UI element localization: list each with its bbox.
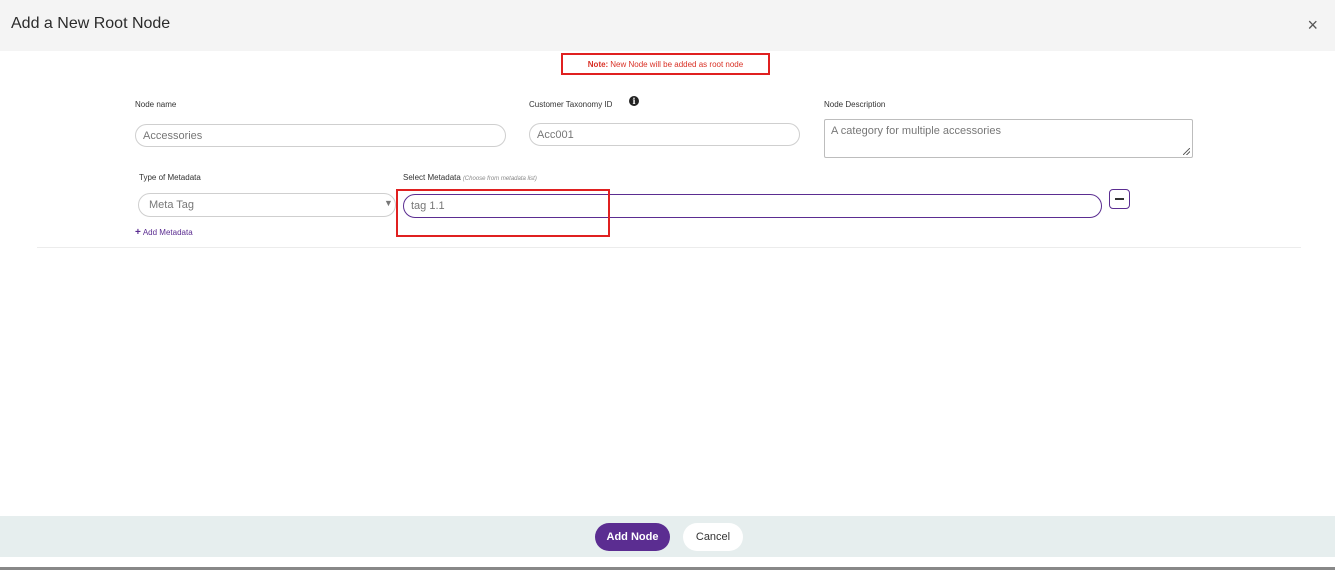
divider xyxy=(37,247,1301,248)
node-name-label: Node name xyxy=(135,100,177,109)
dialog-header: Add a New Root Node × xyxy=(0,0,1335,51)
node-description-textarea[interactable]: A category for multiple accessories xyxy=(824,119,1193,158)
add-metadata-link[interactable]: + Add Metadata xyxy=(135,227,193,238)
info-icon[interactable]: i xyxy=(629,96,639,106)
note-text: New Node will be added as root node xyxy=(610,59,744,69)
note-prefix: Note: xyxy=(587,59,609,69)
select-metadata-label: Select Metadata (Choose from metadata lis… xyxy=(403,173,537,182)
select-metadata-label-text: Select Metadata xyxy=(403,173,461,182)
node-description-value: A category for multiple accessories xyxy=(831,125,1001,137)
select-metadata-hint: (Choose from metadata list) xyxy=(462,176,537,182)
node-description-label: Node Description xyxy=(824,100,886,109)
chevron-down-icon[interactable]: ▼ xyxy=(384,198,393,208)
close-icon[interactable]: × xyxy=(1307,15,1318,35)
type-of-metadata-label: Type of Metadata xyxy=(139,173,201,182)
cancel-button[interactable]: Cancel xyxy=(683,523,743,551)
add-metadata-label: Add Metadata xyxy=(142,228,193,237)
node-name-input[interactable]: Accessories xyxy=(135,124,506,147)
highlight-box xyxy=(396,189,610,237)
add-node-button[interactable]: Add Node xyxy=(595,523,670,551)
plus-icon: + xyxy=(135,227,141,238)
remove-metadata-button[interactable] xyxy=(1109,189,1130,209)
resize-handle-icon[interactable] xyxy=(1183,148,1190,155)
customer-taxonomy-id-label: Customer Taxonomy ID xyxy=(529,100,613,109)
customer-taxonomy-id-input[interactable]: Acc001 xyxy=(529,123,800,146)
dialog-title: Add a New Root Node xyxy=(11,15,171,32)
metadata-type-select[interactable]: Meta Tag xyxy=(138,193,396,217)
footer-edge xyxy=(0,557,1335,570)
root-node-note: Note: New Node will be added as root nod… xyxy=(561,53,770,75)
minus-icon xyxy=(1115,198,1124,200)
